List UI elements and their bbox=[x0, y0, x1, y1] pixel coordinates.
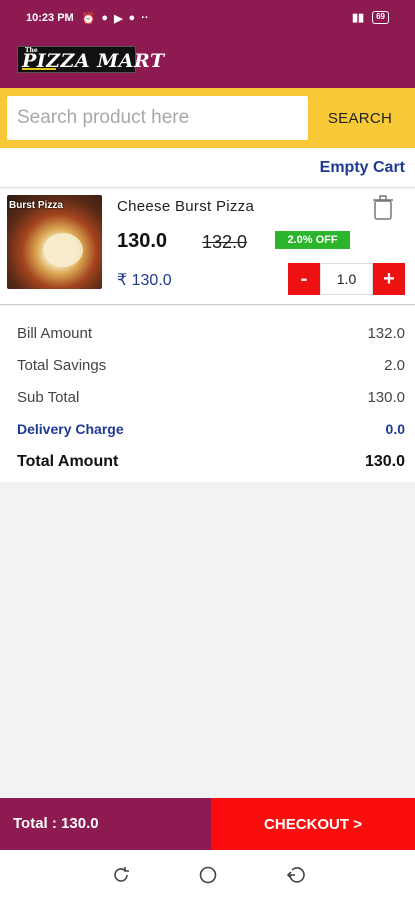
product-image[interactable]: Burst Pizza bbox=[7, 195, 102, 289]
status-bar: 10:23 PM ⏰ ● ▶ ● ·· ▮▮ 69 bbox=[0, 0, 415, 36]
app-header: 10:23 PM ⏰ ● ▶ ● ·· ▮▮ 69 The PIZZA MART bbox=[0, 0, 415, 88]
total-amount-row: Total Amount 130.0 bbox=[17, 453, 405, 473]
back-icon[interactable] bbox=[284, 864, 306, 886]
discount-badge: 2.0% OFF bbox=[275, 231, 350, 249]
logo-underline bbox=[22, 68, 56, 70]
total-savings-row: Total Savings 2.0 bbox=[17, 357, 405, 377]
quantity-field[interactable]: 1.0 bbox=[320, 263, 373, 295]
bill-summary: Bill Amount 132.0 Total Savings 2.0 Sub … bbox=[0, 306, 415, 482]
sub-total-row: Sub Total 130.0 bbox=[17, 389, 405, 409]
footer-total: Total : 130.0 bbox=[0, 798, 211, 850]
bill-amount-label: Bill Amount bbox=[17, 325, 93, 342]
notification-dot-icon: ● bbox=[101, 12, 109, 24]
battery-icon: 69 bbox=[372, 11, 389, 24]
alarm-icon: ⏰ bbox=[81, 12, 96, 25]
status-time: 10:23 PM bbox=[26, 12, 74, 24]
cart-item: Burst Pizza Cheese Burst Pizza 130.0 132… bbox=[0, 189, 415, 305]
recent-apps-icon[interactable] bbox=[110, 864, 132, 886]
total-amount-value: 130.0 bbox=[364, 453, 405, 470]
system-nav-bar bbox=[0, 850, 415, 900]
total-savings-label: Total Savings bbox=[17, 357, 107, 374]
more-notifications-icon: ·· bbox=[141, 12, 149, 24]
cart-actions-row: Empty Cart bbox=[0, 148, 415, 188]
status-right: ▮▮ 69 bbox=[352, 11, 389, 24]
delivery-charge-label: Delivery Charge bbox=[17, 421, 124, 437]
bill-amount-row: Bill Amount 132.0 bbox=[17, 325, 405, 345]
product-price: 130.0 bbox=[117, 230, 168, 252]
bill-amount-value: 132.0 bbox=[367, 325, 405, 342]
checkout-bar: Total : 130.0 CHECKOUT > bbox=[0, 798, 415, 850]
pizza-mart-logo: The PIZZA MART bbox=[17, 46, 164, 73]
product-old-price: 132.0 bbox=[202, 232, 248, 252]
sub-total-label: Sub Total bbox=[17, 389, 80, 406]
increase-quantity-button[interactable]: + bbox=[373, 263, 405, 295]
sub-total-value: 130.0 bbox=[367, 389, 405, 406]
empty-cart-link[interactable]: Empty Cart bbox=[320, 159, 405, 177]
app-notification-icon: ● bbox=[128, 12, 136, 24]
total-savings-value: 2.0 bbox=[384, 357, 405, 374]
youtube-icon: ▶ bbox=[114, 12, 123, 25]
product-image-caption: Burst Pizza bbox=[9, 200, 63, 211]
delivery-charge-value: 0.0 bbox=[385, 421, 405, 437]
product-name: Cheese Burst Pizza bbox=[117, 198, 255, 215]
delete-icon[interactable] bbox=[372, 195, 394, 221]
cheese-highlight bbox=[43, 233, 83, 267]
search-button[interactable]: SEARCH bbox=[312, 96, 408, 140]
checkout-button[interactable]: CHECKOUT > bbox=[211, 798, 415, 850]
signal-icon: ▮▮ bbox=[351, 12, 365, 24]
home-icon[interactable] bbox=[197, 864, 219, 886]
product-total-price: ₹ 130.0 bbox=[117, 272, 172, 289]
delivery-charge-row: Delivery Charge 0.0 bbox=[17, 421, 405, 441]
total-amount-label: Total Amount bbox=[17, 453, 119, 470]
search-input[interactable] bbox=[7, 96, 308, 140]
decrease-quantity-button[interactable]: - bbox=[288, 263, 320, 295]
